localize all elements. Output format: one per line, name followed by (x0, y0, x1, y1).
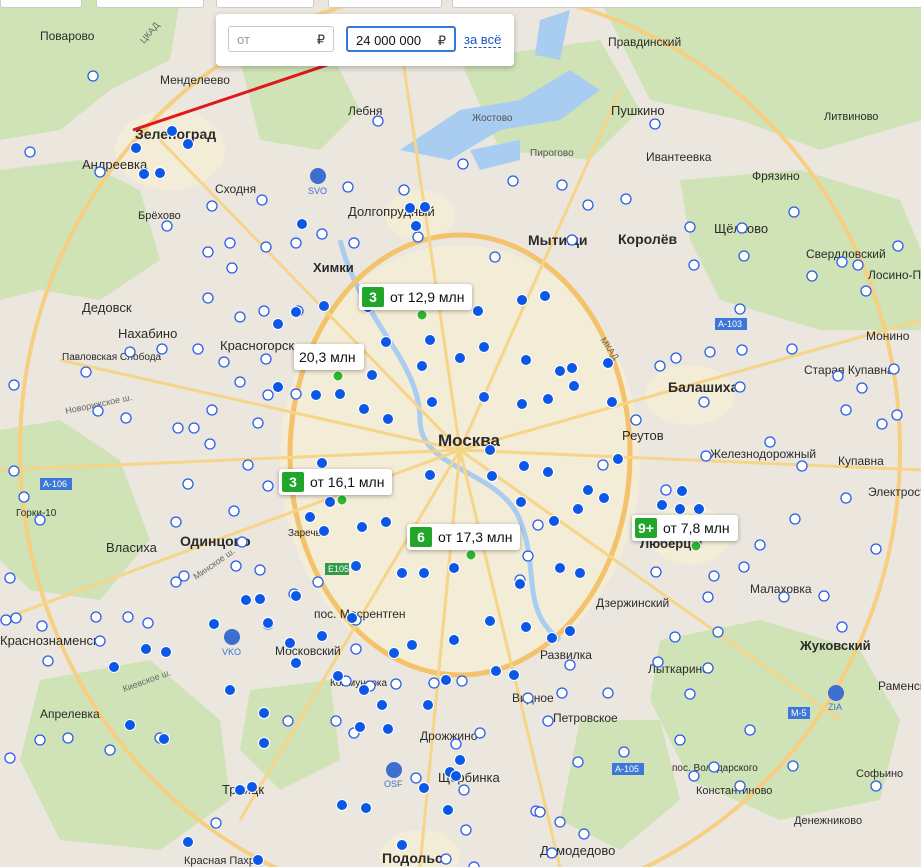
place-label: Ивантеевка (646, 150, 712, 164)
cluster-price: от 7,8 млн (663, 520, 730, 536)
place-label: Сходня (215, 182, 256, 196)
svg-text:А-106: А-106 (43, 479, 67, 489)
place-label: Дрожжино (420, 729, 478, 743)
airport-icon: ZIA (828, 685, 844, 712)
place-label: Брёхово (138, 210, 181, 222)
road-shield: М-5 (788, 707, 810, 719)
cluster-count-badge: 3 (282, 472, 304, 492)
place-label: Нахабино (118, 326, 177, 341)
top-control-chip[interactable] (0, 0, 82, 8)
svg-text:OSF: OSF (384, 779, 403, 789)
cluster-label[interactable]: 9+ от 7,8 млн (632, 515, 738, 541)
cluster-price: 20,3 млн (299, 349, 356, 365)
road-shield: А-105 (612, 763, 644, 775)
place-label: Поварово (40, 29, 95, 43)
price-to-value: 24 000 000 (356, 33, 422, 48)
place-label: Жостово (472, 113, 513, 124)
place-label: Апрелевка (40, 707, 100, 721)
place-label: Пирогово (530, 148, 574, 159)
road-shield: А-106 (40, 478, 72, 490)
svg-text:Е105: Е105 (328, 564, 349, 574)
place-label: Правдинский (608, 35, 681, 49)
place-label: Софьино (856, 768, 903, 780)
place-label: Старая Купавна (804, 363, 894, 377)
cluster-count-badge: 9+ (635, 518, 657, 538)
cluster-price: от 12,9 млн (390, 289, 465, 305)
cluster-count-badge: 6 (410, 527, 432, 547)
svg-text:М-5: М-5 (791, 708, 807, 718)
place-label: Электросталь (868, 485, 921, 499)
place-label: Литвиново (824, 111, 878, 123)
place-label: Красная Пахра (184, 855, 262, 867)
place-label: Пушкино (611, 103, 665, 118)
place-label: Монино (866, 329, 910, 343)
price-total-toggle-link[interactable]: за всё (464, 32, 502, 48)
top-control-chip[interactable] (452, 0, 921, 8)
place-label: Балашиха (668, 379, 739, 395)
svg-text:А-103: А-103 (718, 319, 742, 329)
price-filter-panel: от ₽ 24 000 000 ₽ за всё (216, 14, 514, 66)
svg-text:ZIA: ZIA (828, 702, 842, 712)
cluster-label[interactable]: 20,3 млн (294, 344, 364, 370)
place-label: Денежниково (794, 815, 862, 827)
place-label: Развилка (540, 648, 592, 662)
place-label: Власиха (106, 540, 158, 555)
place-label: Лосино-Петровский (868, 268, 921, 282)
place-label: Фрязино (752, 169, 800, 183)
currency-label: ₽ (437, 33, 446, 48)
place-label: Дедовск (82, 300, 132, 315)
place-label: Петровское (553, 711, 618, 725)
top-control-chip[interactable] (328, 0, 442, 8)
place-label: Королёв (618, 231, 678, 247)
place-label: Краснознаменск (0, 633, 99, 648)
price-from-placeholder: от (237, 32, 250, 47)
currency-label: ₽ (316, 32, 325, 47)
cluster-price: от 17,3 млн (438, 529, 513, 545)
place-label: Купавна (838, 454, 884, 468)
place-label: Андреевка (82, 157, 148, 172)
svg-text:SVO: SVO (308, 186, 327, 196)
place-label: Менделеево (160, 73, 230, 87)
place-label: Железнодорожный (710, 447, 816, 461)
cluster-label[interactable]: 3 от 16,1 млн (279, 469, 393, 495)
map-canvas[interactable]: Поварово Менделеево Лебня Жостово Правди… (0, 0, 921, 867)
place-label: Дзержинский (596, 596, 669, 610)
road-shield: Е105 (325, 563, 349, 575)
place-label: Химки (313, 260, 354, 275)
svg-text:VKO: VKO (222, 647, 241, 657)
place-label: Реутов (622, 428, 664, 443)
price-to-input[interactable]: 24 000 000 ₽ (346, 26, 456, 52)
top-control-chip[interactable] (96, 0, 204, 8)
cluster-count-badge: 3 (362, 287, 384, 307)
top-control-chip[interactable] (216, 0, 314, 8)
place-label: Жуковский (799, 638, 871, 653)
svg-text:А-105: А-105 (615, 764, 639, 774)
cluster-label[interactable]: 6 от 17,3 млн (407, 524, 521, 550)
place-label: Раменское (878, 679, 921, 693)
cluster-price: от 16,1 млн (310, 474, 385, 490)
place-label: Павловская Слобода (62, 351, 162, 363)
place-label: Константиново (696, 785, 772, 797)
road-shield: А-103 (715, 318, 747, 330)
price-from-input[interactable]: от ₽ (228, 26, 334, 52)
place-label: Мытищи (528, 232, 588, 248)
cluster-label[interactable]: 3 от 12,9 млн (359, 284, 473, 310)
place-label: Красногорск (220, 338, 294, 353)
